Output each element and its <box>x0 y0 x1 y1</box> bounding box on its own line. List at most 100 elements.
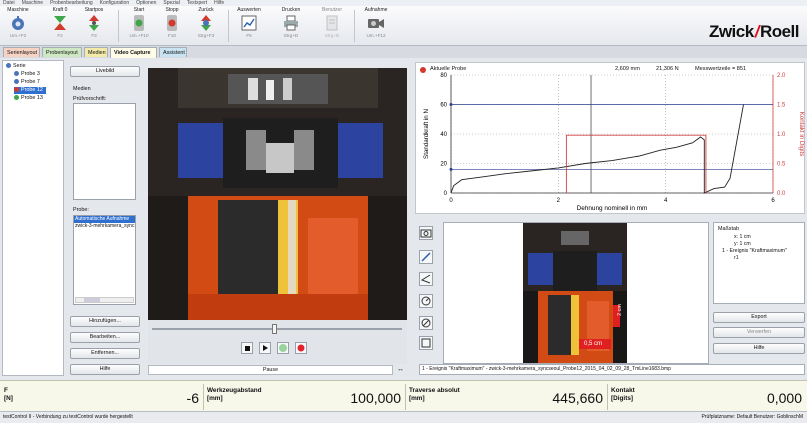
start-button[interactable]: Start Um.+F10 <box>124 6 154 46</box>
media-panel: Livebild Medien Prüfvorschrift: Probe: A… <box>68 62 142 378</box>
connection-status: testControl II - Verbindung zu testContr… <box>3 414 133 420</box>
bearbeiten-button[interactable]: Bearbeiten... <box>70 332 140 343</box>
annotation-tree: Maßstab x: 1 cm y: 1 cm 1 - Ereignis "Kr… <box>713 222 805 304</box>
cursor-marker <box>449 103 453 106</box>
stop-video-button[interactable] <box>241 342 253 354</box>
pause-video-button[interactable] <box>277 342 289 354</box>
force-zero-icon <box>54 16 66 30</box>
tree-item-probe-12[interactable]: Probe 12 <box>14 87 46 94</box>
measurement-traverse: Traverse absolut [mm] 445,660 <box>405 381 607 412</box>
camera-tool-button[interactable] <box>419 226 433 240</box>
tab-assistent[interactable]: Assistent <box>159 47 187 57</box>
pruefvorschrift-list[interactable] <box>73 103 136 200</box>
probe-media-list[interactable]: Automatische Aufnahme zwick-3-mehrkamera… <box>73 215 136 305</box>
x-tick-label: 0 <box>449 198 453 204</box>
tree-massstab[interactable]: Maßstab <box>718 226 739 232</box>
livebild-button[interactable]: Livebild <box>70 66 140 77</box>
video-status-bar: Pause ↔ <box>148 364 407 376</box>
preview-hilfe-button[interactable]: Hilfe <box>713 343 805 354</box>
start-icon <box>134 15 144 31</box>
line-tool-button[interactable] <box>419 250 433 264</box>
export-button[interactable]: Export <box>713 312 805 323</box>
horizontal-scrollbar[interactable] <box>75 297 134 303</box>
user-icon <box>326 15 338 31</box>
fit-arrows-icon[interactable]: ↔ <box>397 366 404 373</box>
video-frame <box>148 68 407 320</box>
start-position-icon <box>89 15 99 31</box>
kraft0-shortcut: F2 <box>57 33 63 38</box>
toolbar-separator <box>354 10 355 42</box>
video-timeline-handle[interactable] <box>272 324 277 334</box>
hinzufuegen-button[interactable]: Hinzufügen... <box>70 316 140 327</box>
kontakt-label: Kontakt <box>611 387 635 394</box>
aufnahme-button[interactable]: Aufnahme Um.+F12 <box>361 6 391 46</box>
media-file-item[interactable]: zwick-3-mehrkamera_sync <box>74 223 135 230</box>
verwerfen-button[interactable]: Verwerfen <box>713 327 805 338</box>
tab-bar: Serienlayout Probenlayout Medien Video C… <box>0 46 807 58</box>
rect-tool-button[interactable] <box>419 336 433 350</box>
tree-scale-y: y: 1 cm <box>734 241 751 247</box>
y-axis-label: Standardkraft in N <box>423 109 430 159</box>
y-tick-label: 20 <box>440 162 447 168</box>
toolbar: Maschine Um.+F2 Kraft 0 F2 Startpos F3 S… <box>0 6 807 46</box>
benutzer-button[interactable]: Benutzer Strg+B <box>317 6 347 46</box>
circle-icon <box>421 296 431 306</box>
measurement-count: Messwertzeile = 851 <box>695 66 747 72</box>
return-icon <box>201 15 211 31</box>
chart-title: Aktuelle Probe <box>430 66 467 72</box>
drucken-button[interactable]: Drucken Strg+D <box>276 6 306 46</box>
stop-square-icon <box>245 346 250 351</box>
y-tick-label: 40 <box>440 132 447 138</box>
video-timeline-track[interactable] <box>152 328 402 330</box>
circle-slash-tool-button[interactable] <box>419 316 433 330</box>
maschine-button[interactable]: Maschine Um.+F2 <box>3 6 33 46</box>
scale-label-2cm: 2 cm <box>616 304 623 316</box>
tree-scale-x: x: 1 cm <box>734 234 751 240</box>
drawing-toolbar <box>415 218 439 364</box>
x-readout: 2,609 mm <box>615 66 640 72</box>
record-video-button[interactable] <box>295 342 307 354</box>
y2-tick-label: 0.5 <box>777 162 786 168</box>
measurement-bar: F [N] -6 Werkzeugabstand [mm] 100,000 Trav… <box>0 380 807 411</box>
rect-icon <box>421 338 431 348</box>
auswerten-shortcut: F5 <box>246 33 252 38</box>
measurement-f-value: -6 <box>186 390 199 406</box>
zurueck-button[interactable]: Zurück Strg+F3 <box>191 6 221 46</box>
force-displacement-chart: 0 20 40 60 80 0 2 4 6 0.0 0.5 1.0 1.5 2.0 Dehnung nomi… <box>415 62 805 214</box>
y-tick-label: 80 <box>440 73 447 79</box>
tree-item-probe-13[interactable]: Probe 13 <box>14 95 43 102</box>
record-icon <box>297 344 305 352</box>
specimen-tree: Serie Probe 3 Probe 7 Probe 12 Probe 13 <box>2 60 64 376</box>
media-file-item[interactable]: Automatische Aufnahme <box>74 216 135 223</box>
drucken-label: Drucken <box>281 7 301 13</box>
traverse-value: 445,660 <box>552 390 603 406</box>
tree-item-probe-7[interactable]: Probe 7 <box>14 79 40 86</box>
entfernen-button[interactable]: Entfernen... <box>70 348 140 359</box>
tree-event-sub: r1 <box>734 255 739 261</box>
scrollbar-thumb[interactable] <box>84 298 100 302</box>
tab-video-capture[interactable]: Video Capture <box>110 47 157 58</box>
maschine-shortcut: Um.+F2 <box>9 33 27 38</box>
play-video-button[interactable] <box>259 342 271 354</box>
y2-tick-label: 0.0 <box>777 191 786 197</box>
hilfe-button[interactable]: Hilfe <box>70 364 140 375</box>
angle-tool-button[interactable] <box>419 272 433 286</box>
measurement-kontakt: Kontakt [Digits] 0,000 <box>607 381 807 412</box>
startpos-button[interactable]: Startpos F3 <box>79 6 109 46</box>
tab-medien[interactable]: Medien <box>84 47 108 57</box>
specimen-icon <box>14 79 19 84</box>
x-axis-label: Dehnung nominell in mm <box>577 205 648 212</box>
tab-probenlayout[interactable]: Probenlayout <box>42 47 82 57</box>
start-label: Start <box>133 7 145 13</box>
tree-item-probe-3[interactable]: Probe 3 <box>14 71 40 78</box>
kraft0-button[interactable]: Kraft 0 F2 <box>45 6 75 46</box>
zurueck-label: Zurück <box>198 7 214 13</box>
circle-tool-button[interactable] <box>419 294 433 308</box>
tree-root-serie[interactable]: Serie <box>6 63 26 70</box>
auswerten-button[interactable]: Auswerten F5 <box>234 6 264 46</box>
tab-serienlayout[interactable]: Serienlayout <box>3 47 40 57</box>
stopp-button[interactable]: Stopp F10 <box>157 6 187 46</box>
tree-event-kraftmaximum[interactable]: 1 - Ereignis "Kraftmaximum" <box>722 248 787 254</box>
drucken-shortcut: Strg+D <box>283 33 299 38</box>
video-status-text: Pause <box>148 365 393 375</box>
